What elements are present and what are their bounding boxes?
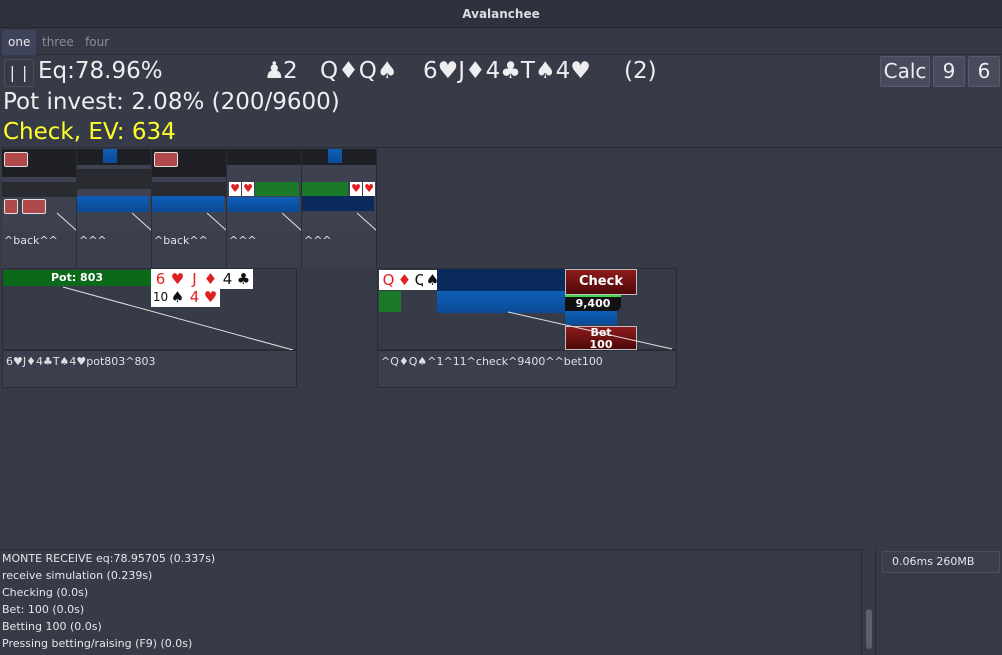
log-line: receive simulation (0.239s) xyxy=(2,569,153,582)
hero-panel: Q ♦ Q ♠ Check 9,400 Bet 100 xyxy=(377,268,677,351)
perf-stats: 0.06ms 260MB xyxy=(882,551,1000,573)
nine-button[interactable]: 9 xyxy=(933,56,965,87)
log-line: Betting 100 (0.0s) xyxy=(2,620,102,633)
screenshot-thumbnail[interactable] xyxy=(2,149,77,231)
decision-label: Check, EV: 634 xyxy=(3,119,176,145)
pause-button[interactable]: | | xyxy=(4,59,34,87)
tab-one[interactable]: one xyxy=(2,30,37,55)
board-count: (2) xyxy=(624,58,657,84)
log-scrollbar[interactable] xyxy=(862,549,876,655)
thumbnail-caption: ^back^^ xyxy=(152,231,227,268)
hero-caption: ^Q♦Q♠^1^11^check^9400^^bet100 xyxy=(377,350,677,388)
screenshot-thumbnail[interactable] xyxy=(77,149,152,231)
screenshot-thumbnail[interactable]: ♥ ♥ xyxy=(227,149,302,231)
board-panel: Pot: 803 6 ♥ J ♦ 4 ♣ 10 ♠ 4 ♥ xyxy=(2,268,297,351)
tab-four[interactable]: four xyxy=(79,30,115,55)
window-title: Avalanchee xyxy=(0,0,1002,28)
thumbnail-caption: ^^^ xyxy=(77,231,152,268)
equity-label: Eq:78.96% xyxy=(38,58,163,84)
log-panel: MONTE RECEIVE eq:78.95705 (0.337s) recei… xyxy=(0,549,862,655)
board-caption: 6♥J♦4♣T♠4♥pot803^803 xyxy=(2,350,297,388)
screenshot-thumbnail[interactable]: ♥ ♥ xyxy=(302,149,377,231)
calc-button[interactable]: Calc xyxy=(880,56,930,87)
tab-three[interactable]: three xyxy=(36,30,80,55)
players-icon: ♟ xyxy=(264,58,285,84)
log-line: Bet: 100 (0.0s) xyxy=(2,603,85,616)
six-button[interactable]: 6 xyxy=(968,56,1000,87)
log-line: Pressing betting/raising (F9) (0.0s) xyxy=(2,637,193,650)
info-panel: | | Eq:78.96% ♟ 2 Q♦Q♠ 6♥J♦4♣T♠4♥ (2) Ca… xyxy=(0,55,1002,148)
hero-hand: Q♦Q♠ xyxy=(320,58,398,84)
thumbnail-caption: ^^^ xyxy=(302,231,377,268)
screenshot-thumbnail[interactable] xyxy=(152,149,227,231)
thumbnail-caption: ^back^^ xyxy=(2,231,77,268)
players-count: 2 xyxy=(283,58,298,84)
log-line: MONTE RECEIVE eq:78.95705 (0.337s) xyxy=(2,552,216,565)
tab-bar: one three four xyxy=(0,28,1002,55)
scrollbar-thumb[interactable] xyxy=(866,609,872,649)
pot-invest-label: Pot invest: 2.08% (200/9600) xyxy=(3,89,340,115)
board-cards: 6♥J♦4♣T♠4♥ xyxy=(423,58,591,84)
log-line: Checking (0.0s) xyxy=(2,586,89,599)
thumbnail-caption: ^^^ xyxy=(227,231,302,268)
